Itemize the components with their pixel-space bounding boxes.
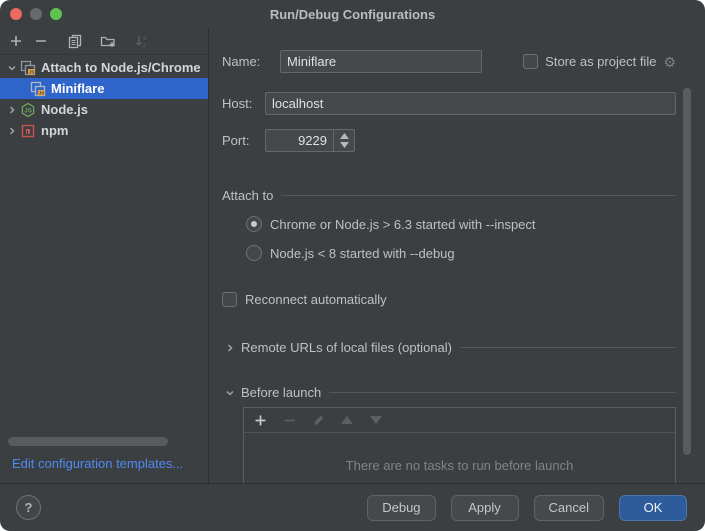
radio-button-unselected[interactable] xyxy=(246,245,262,261)
tree-item-nodejs-group[interactable]: JS Node.js xyxy=(0,99,208,120)
port-spinner-buttons[interactable] xyxy=(333,130,354,151)
section-divider-line xyxy=(281,195,676,196)
reconnect-automatically-row[interactable]: Reconnect automatically xyxy=(222,292,676,307)
reconnect-automatically-checkbox[interactable] xyxy=(222,292,237,307)
copy-configuration-icon[interactable] xyxy=(67,33,83,49)
host-row: Host: xyxy=(222,92,676,115)
name-label: Name: xyxy=(222,54,280,69)
before-launch-toolbar xyxy=(244,408,675,433)
svg-text:a: a xyxy=(143,36,147,42)
run-debug-configurations-dialog: Run/Debug Configurations az xyxy=(0,0,705,531)
dialog-footer: ? Debug Apply Cancel OK xyxy=(0,483,705,531)
chevron-down-icon[interactable] xyxy=(222,388,238,398)
before-launch-empty-text: There are no tasks to run before launch xyxy=(244,433,675,483)
before-launch-section-header[interactable]: Before launch xyxy=(222,385,676,400)
chevron-down-icon[interactable] xyxy=(4,63,20,73)
close-window-button[interactable] xyxy=(10,8,22,20)
new-folder-icon[interactable] xyxy=(100,33,116,49)
dialog-body: az JS Attach to Node.js/Chrome JS xyxy=(0,28,705,483)
sort-configurations-icon[interactable]: az xyxy=(133,33,149,49)
tree-item-attach-group[interactable]: JS Attach to Node.js/Chrome xyxy=(0,57,208,78)
radio-button-selected[interactable] xyxy=(246,216,262,232)
footer-buttons: Debug Apply Cancel OK xyxy=(367,495,687,521)
spinner-down-icon xyxy=(340,142,349,148)
radio-node-debug-label: Node.js < 8 started with --debug xyxy=(270,246,455,261)
configuration-form: Name: Store as project file ⚙ Host: Port… xyxy=(209,28,705,483)
tree-horizontal-scrollbar[interactable] xyxy=(8,437,168,446)
move-task-up-icon[interactable] xyxy=(340,413,354,427)
attach-to-section-header: Attach to xyxy=(222,188,676,203)
configurations-tree: JS Attach to Node.js/Chrome JS Miniflare xyxy=(0,55,208,141)
edit-configuration-templates-link[interactable]: Edit configuration templates... xyxy=(0,452,208,483)
radio-chrome-inspect-label: Chrome or Node.js > 6.3 started with --i… xyxy=(270,217,536,232)
tree-item-miniflare[interactable]: JS Miniflare xyxy=(0,78,208,99)
attach-nodejs-chrome-icon: JS xyxy=(20,60,36,76)
host-input[interactable] xyxy=(265,92,676,115)
store-as-project-file-group: Store as project file ⚙ xyxy=(523,54,676,69)
sidebar-toolbar: az xyxy=(0,28,208,55)
remote-urls-section-header[interactable]: Remote URLs of local files (optional) xyxy=(222,340,676,355)
tree-item-label: Miniflare xyxy=(51,81,104,96)
before-launch-tasks-panel: There are no tasks to run before launch xyxy=(243,407,676,483)
tree-item-npm-group[interactable]: npm xyxy=(0,120,208,141)
store-as-project-file-checkbox[interactable] xyxy=(523,54,538,69)
window-controls xyxy=(10,8,62,20)
radio-node-debug[interactable]: Node.js < 8 started with --debug xyxy=(246,245,676,261)
chevron-right-icon[interactable] xyxy=(4,105,20,115)
port-row: Port: xyxy=(222,129,676,152)
nodejs-icon: JS xyxy=(20,102,36,118)
name-input[interactable] xyxy=(280,50,482,73)
move-task-down-icon[interactable] xyxy=(369,413,383,427)
host-label: Host: xyxy=(222,96,265,111)
chevron-right-icon[interactable] xyxy=(4,126,20,136)
name-row: Name: Store as project file ⚙ xyxy=(222,50,676,73)
minimize-window-button[interactable] xyxy=(30,8,42,20)
add-task-icon[interactable] xyxy=(253,413,267,427)
section-divider-line xyxy=(460,347,676,348)
help-button[interactable]: ? xyxy=(16,495,41,520)
spinner-up-icon xyxy=(340,133,349,139)
svg-text:JS: JS xyxy=(39,90,45,95)
ok-button[interactable]: OK xyxy=(619,495,687,521)
add-configuration-icon[interactable] xyxy=(8,33,24,49)
attach-to-title: Attach to xyxy=(222,188,273,203)
zoom-window-button[interactable] xyxy=(50,8,62,20)
title-bar: Run/Debug Configurations xyxy=(0,0,705,28)
tree-item-label: npm xyxy=(41,123,68,138)
tree-item-label: Attach to Node.js/Chrome xyxy=(41,60,201,75)
section-divider-line xyxy=(329,392,676,393)
svg-text:JS: JS xyxy=(29,69,35,74)
gear-icon[interactable]: ⚙ xyxy=(663,55,676,69)
svg-text:z: z xyxy=(143,43,146,49)
remove-task-icon[interactable] xyxy=(282,413,296,427)
remove-configuration-icon[interactable] xyxy=(33,33,49,49)
before-launch-title: Before launch xyxy=(241,385,321,400)
svg-text:JS: JS xyxy=(24,107,32,114)
apply-button[interactable]: Apply xyxy=(451,495,519,521)
configurations-sidebar: az JS Attach to Node.js/Chrome JS xyxy=(0,28,209,483)
window-title: Run/Debug Configurations xyxy=(270,7,435,22)
cancel-button[interactable]: Cancel xyxy=(534,495,604,521)
edit-task-icon[interactable] xyxy=(311,413,325,427)
port-label: Port: xyxy=(222,133,265,148)
reconnect-automatically-label: Reconnect automatically xyxy=(245,292,387,307)
port-spinner xyxy=(265,129,355,152)
port-input[interactable] xyxy=(266,130,333,151)
tree-item-label: Node.js xyxy=(41,102,88,117)
form-vertical-scrollbar[interactable] xyxy=(683,88,691,455)
attach-nodejs-chrome-icon: JS xyxy=(30,81,46,97)
remote-urls-title: Remote URLs of local files (optional) xyxy=(241,340,452,355)
store-as-project-file-label: Store as project file xyxy=(545,54,656,69)
debug-button[interactable]: Debug xyxy=(367,495,435,521)
npm-icon xyxy=(20,123,36,139)
radio-chrome-inspect[interactable]: Chrome or Node.js > 6.3 started with --i… xyxy=(246,216,676,232)
chevron-right-icon[interactable] xyxy=(222,343,238,353)
